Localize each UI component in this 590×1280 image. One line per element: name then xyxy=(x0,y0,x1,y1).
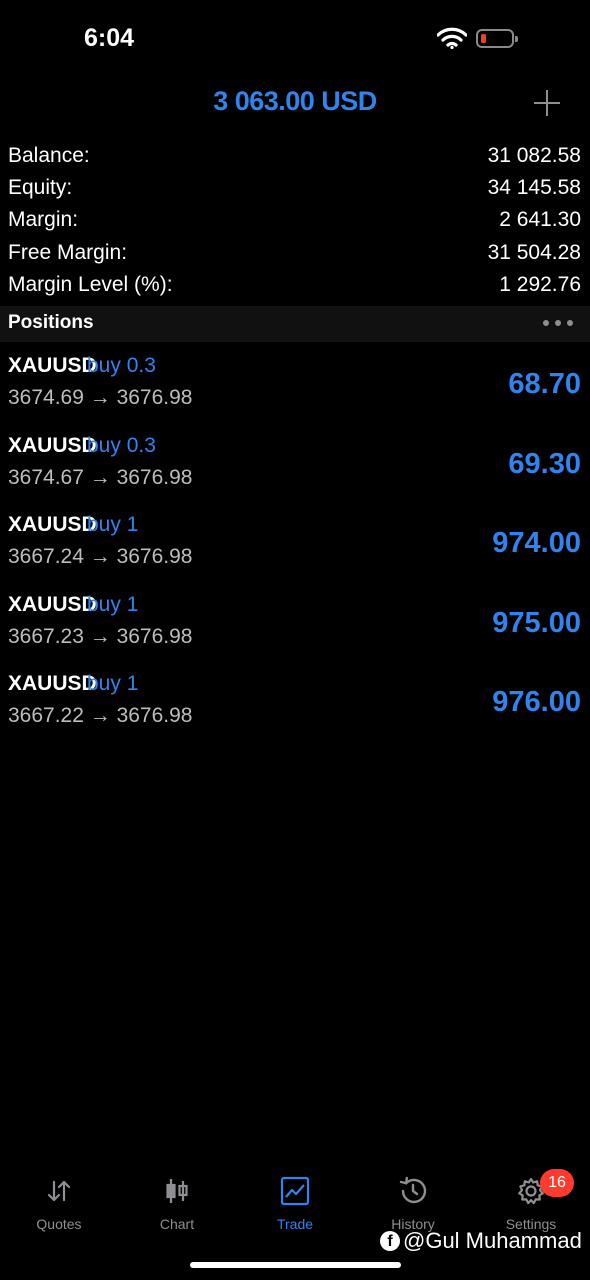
quotes-icon xyxy=(44,1176,74,1206)
tab-trade-label: Trade xyxy=(276,1216,314,1232)
position-profit: 68.70 xyxy=(508,368,581,400)
tab-trade[interactable]: Trade xyxy=(245,1176,345,1236)
position-prices: 3667.23 → 3676.98 xyxy=(8,625,193,648)
tab-chart[interactable]: Chart xyxy=(127,1176,227,1236)
position-profit: 975.00 xyxy=(492,607,581,639)
free-margin-row: Free Margin: 31 504.28 xyxy=(8,237,581,269)
position-row[interactable]: XAUUSD buy 0.3 3674.69 → 3676.98 68.70 xyxy=(0,344,590,424)
position-side: buy 1 xyxy=(87,672,139,695)
free-margin-value: 31 504.28 xyxy=(487,241,581,264)
position-row[interactable]: XAUUSD buy 1 3667.23 → 3676.98 975.00 xyxy=(0,583,590,663)
position-symbol: XAUUSD xyxy=(8,354,97,377)
position-profit: 974.00 xyxy=(492,527,581,559)
tab-quotes[interactable]: Quotes xyxy=(9,1176,109,1236)
balance-value: 31 082.58 xyxy=(487,144,581,167)
margin-level-row: Margin Level (%): 1 292.76 xyxy=(8,269,581,301)
tab-quotes-label: Quotes xyxy=(36,1216,82,1232)
free-margin-label: Free Margin: xyxy=(8,241,128,264)
margin-value: 2 641.30 xyxy=(499,208,581,231)
equity-value: 34 145.58 xyxy=(487,176,581,199)
position-side: buy 0.3 xyxy=(87,354,156,377)
position-side: buy 1 xyxy=(87,513,139,536)
equity-row: Equity: 34 145.58 xyxy=(8,172,581,204)
position-symbol: XAUUSD xyxy=(8,434,97,457)
position-side: buy 1 xyxy=(87,593,139,616)
position-row[interactable]: XAUUSD buy 1 3667.24 → 3676.98 974.00 xyxy=(0,503,590,583)
settings-badge: 16 xyxy=(540,1169,574,1197)
margin-level-value: 1 292.76 xyxy=(499,273,581,296)
position-prices: 3667.24 → 3676.98 xyxy=(8,545,193,568)
watermark-text: @Gul Muhammad xyxy=(403,1228,582,1253)
wifi-icon xyxy=(436,27,468,54)
home-indicator xyxy=(190,1262,401,1268)
position-row[interactable]: XAUUSD buy 0.3 3674.67 → 3676.98 69.30 xyxy=(0,424,590,504)
tab-history[interactable]: History xyxy=(363,1176,463,1236)
watermark: f @Gul Muhammad xyxy=(380,1228,582,1254)
balance-label: Balance: xyxy=(8,144,90,167)
facebook-icon: f xyxy=(380,1231,400,1251)
trade-icon xyxy=(280,1176,310,1206)
balance-row: Balance: 31 082.58 xyxy=(8,140,581,172)
positions-title: Positions xyxy=(8,312,94,333)
balance-title: 3 063.00 USD xyxy=(213,86,377,116)
add-order-button[interactable] xyxy=(530,86,564,120)
history-icon xyxy=(398,1176,428,1206)
position-prices: 3674.67 → 3676.98 xyxy=(8,466,193,489)
position-prices: 3667.22 → 3676.98 xyxy=(8,704,193,727)
position-profit: 976.00 xyxy=(492,686,581,718)
position-symbol: XAUUSD xyxy=(8,513,97,536)
candlestick-icon xyxy=(162,1176,192,1206)
more-icon[interactable] xyxy=(543,320,575,328)
position-prices: 3674.69 → 3676.98 xyxy=(8,386,193,409)
position-side: buy 0.3 xyxy=(87,434,156,457)
tab-chart-label: Chart xyxy=(159,1216,195,1232)
margin-row: Margin: 2 641.30 xyxy=(8,204,581,236)
battery-icon xyxy=(476,29,518,48)
margin-label: Margin: xyxy=(8,208,79,231)
position-profit: 69.30 xyxy=(508,448,581,480)
equity-label: Equity: xyxy=(8,176,73,199)
position-symbol: XAUUSD xyxy=(8,593,97,616)
position-row[interactable]: XAUUSD buy 1 3667.22 → 3676.98 976.00 xyxy=(0,662,590,742)
status-time: 6:04 xyxy=(84,24,135,52)
position-symbol: XAUUSD xyxy=(8,672,97,695)
margin-level-label: Margin Level (%): xyxy=(8,273,173,296)
